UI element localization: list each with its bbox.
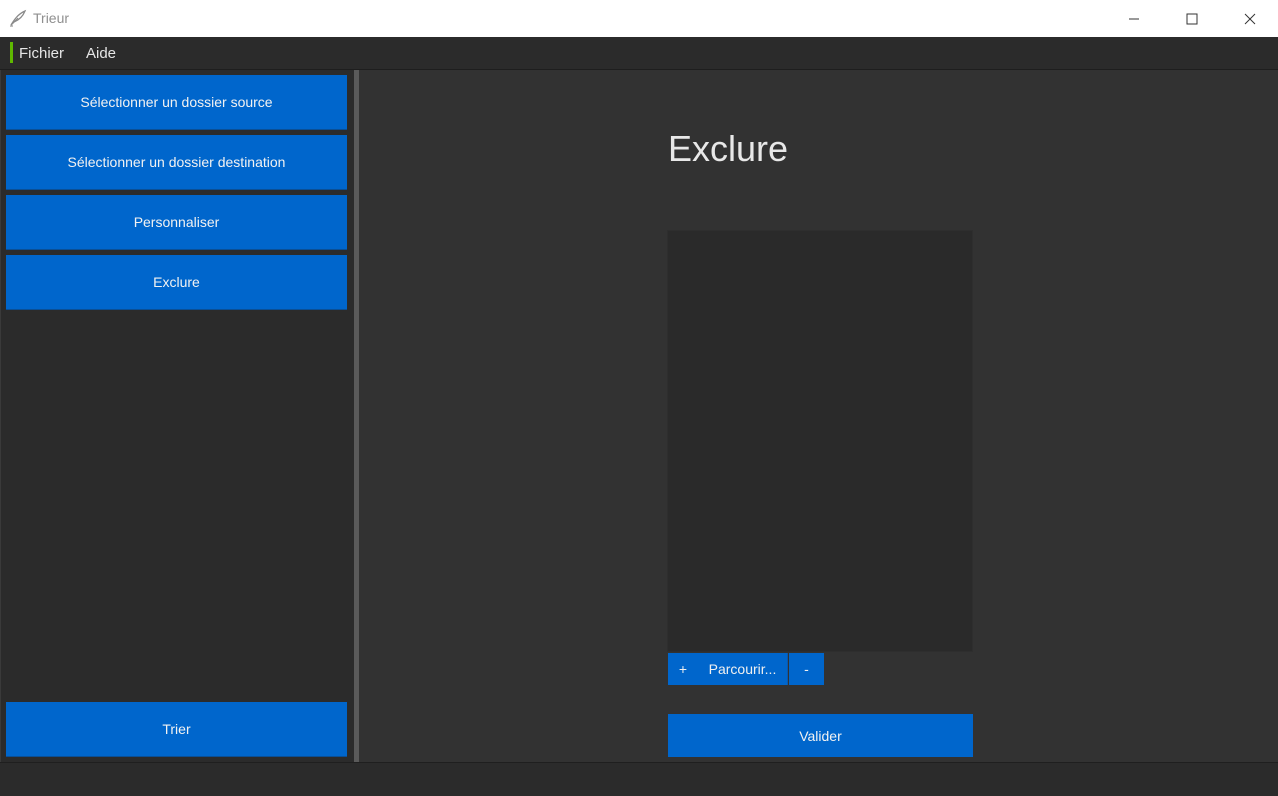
close-button[interactable] <box>1221 0 1278 37</box>
page-title: Exclure <box>668 128 789 169</box>
menu-bar: Fichier Aide <box>0 37 1278 70</box>
close-icon <box>1244 13 1256 25</box>
add-button[interactable]: + <box>668 653 698 685</box>
select-source-folder-button[interactable]: Sélectionner un dossier source <box>6 75 347 130</box>
app-window: Trieur Fichier Aide Sélectionner un doss… <box>0 0 1278 796</box>
browse-button[interactable]: Parcourir... <box>698 653 788 685</box>
menu-accent-bar <box>10 42 13 63</box>
maximize-button[interactable] <box>1163 0 1221 37</box>
minimize-button[interactable] <box>1105 0 1163 37</box>
title-bar: Trieur <box>0 0 1278 37</box>
window-title: Trieur <box>33 10 70 26</box>
remove-button[interactable]: - <box>789 653 824 685</box>
maximize-icon <box>1186 13 1198 25</box>
customize-button[interactable]: Personnaliser <box>6 195 347 250</box>
exclude-button[interactable]: Exclure <box>6 255 347 310</box>
menu-fichier[interactable]: Fichier <box>19 45 64 62</box>
select-destination-folder-button[interactable]: Sélectionner un dossier destination <box>6 135 347 190</box>
feather-quill-icon <box>8 8 28 28</box>
minimize-icon <box>1128 13 1140 25</box>
exclude-list[interactable] <box>667 230 973 652</box>
menu-aide[interactable]: Aide <box>86 45 116 62</box>
sort-button[interactable]: Trier <box>6 702 347 757</box>
status-bar <box>0 762 1278 796</box>
validate-button[interactable]: Valider <box>668 714 973 757</box>
